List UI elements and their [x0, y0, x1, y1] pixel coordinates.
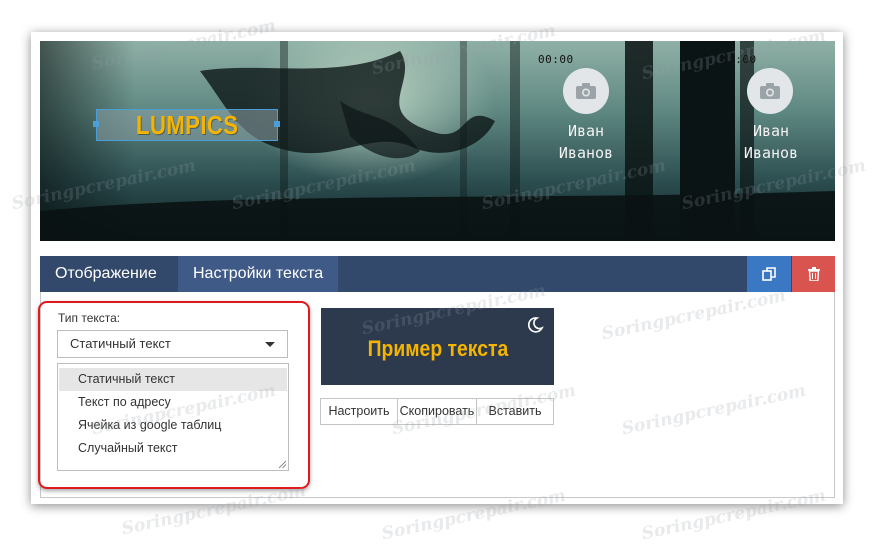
text-type-dropdown: Статичный текст Текст по адресу Ячейка и…: [57, 363, 289, 471]
tab-display[interactable]: Отображение: [40, 256, 172, 292]
delete-button[interactable]: [792, 256, 835, 292]
resize-grip-icon[interactable]: [278, 460, 287, 469]
option-static-text[interactable]: Статичный текст: [59, 368, 287, 391]
header-banner: 00:00 00:00 Иван Иванов Иван Иванов: [40, 41, 835, 241]
trash-icon: [807, 267, 820, 281]
option-google-sheet-cell[interactable]: Ячейка из google таблиц: [59, 414, 287, 437]
copy-button[interactable]: [747, 256, 791, 292]
profile-1-name: Иван Иванов: [541, 120, 631, 164]
profile-1-time: 00:00: [538, 53, 574, 66]
profile-2-last-name: Иванов: [743, 144, 799, 162]
profile-2-first-name: Иван: [752, 122, 790, 140]
copy-icon: [762, 267, 776, 281]
logo-text: LUMPICS: [135, 109, 239, 140]
profile-1-last-name: Иванов: [558, 144, 614, 162]
profile-1-first-name: Иван: [567, 122, 605, 140]
resize-handle-right[interactable]: [274, 121, 280, 127]
profile-2-name: Иван Иванов: [726, 120, 816, 164]
configure-button[interactable]: Настроить: [320, 398, 398, 425]
option-text-by-url[interactable]: Текст по адресу: [59, 391, 287, 414]
avatar-1: [563, 68, 609, 114]
logo-text-element[interactable]: LUMPICS: [96, 109, 278, 141]
smoke-silhouette: [40, 51, 835, 241]
caret-down-icon: [265, 342, 275, 347]
preview-text: Пример текста: [367, 335, 508, 361]
tab-text-settings[interactable]: Настройки текста: [178, 256, 339, 292]
paste-button[interactable]: Вставить: [477, 398, 554, 425]
profile-2-time: 00:00: [721, 53, 757, 66]
text-preview: Пример текста: [321, 308, 554, 385]
tab-bar: Отображение Настройки текста: [40, 256, 835, 292]
moon-icon[interactable]: [526, 316, 544, 334]
copy-text-button[interactable]: Скопировать: [398, 398, 477, 425]
text-type-selected: Статичный текст: [70, 336, 171, 351]
text-type-label: Тип текста:: [58, 311, 121, 325]
text-type-select[interactable]: Статичный текст: [57, 330, 288, 358]
avatar-2: [747, 68, 793, 114]
resize-handle-left[interactable]: [93, 121, 99, 127]
option-random-text[interactable]: Случайный текст: [59, 437, 287, 460]
camera-icon: [576, 83, 596, 99]
camera-icon: [760, 83, 780, 99]
